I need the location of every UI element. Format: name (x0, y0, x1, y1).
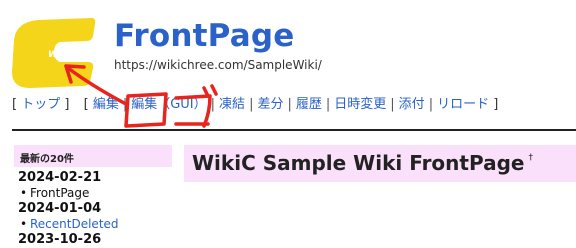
logo-graphic: Wiki (12, 18, 96, 88)
nav-separator: | (249, 97, 254, 112)
nav-separator: | (390, 97, 395, 112)
nav-freeze-link[interactable]: 凍結 (219, 97, 245, 112)
recent-date: 2024-02-21 (18, 170, 102, 185)
header-divider (12, 129, 576, 131)
bullet: • (20, 217, 28, 231)
nav-separator: | (428, 97, 434, 112)
page-heading: WikiC Sample Wiki FrontPage † (184, 145, 576, 182)
bullet: • (20, 186, 28, 200)
logo-text: Wiki (48, 50, 71, 60)
recent-item: • RecentDeleted (18, 217, 178, 232)
nav-bracket: [ (12, 97, 22, 112)
recent-changes-list: 2024-02-21 • FrontPage 2024-01-04 • Recent… (18, 170, 178, 248)
nav-diff-link[interactable]: 差分 (257, 97, 283, 112)
nav-separator: | (325, 97, 331, 112)
recent-date: 2023-10-26 (18, 232, 102, 247)
heading-anchor-link[interactable]: † (528, 153, 533, 163)
recent-item-link[interactable]: RecentDeleted (30, 217, 119, 231)
recent-changes-title: 最新の20件 (14, 145, 172, 167)
page-heading-text: WikiC Sample Wiki FrontPage (192, 151, 525, 175)
nav-separator: | (122, 97, 128, 112)
nav-bracket: ] (60, 97, 70, 112)
recent-date: 2024-01-04 (18, 201, 102, 216)
nav-top-link[interactable]: トップ (21, 97, 60, 112)
recent-item-link[interactable]: FrontPage (30, 186, 89, 200)
nav-reload-link[interactable]: リロード (437, 97, 489, 112)
nav-history-link[interactable]: 履歴 (296, 97, 322, 112)
site-title[interactable]: FrontPage (114, 18, 295, 54)
page-nav: [ トップ ] [ 編集 | 編集（GUI） | 凍結 | 差分 | 履歴 | 日時変更 | 添付 | リロ… (12, 93, 576, 112)
annotation-text: ロゴ (0, 0, 2, 1)
nav-edit-link[interactable]: 編集 (93, 97, 119, 112)
nav-date-change-link[interactable]: 日時変更 (334, 97, 386, 112)
site-url: https://wikichree.com/SampleWiki/ (114, 58, 322, 72)
nav-bracket: ] (489, 97, 499, 112)
nav-separator: | (210, 97, 216, 112)
nav-attach-link[interactable]: 添付 (399, 97, 425, 112)
nav-separator: | (287, 97, 292, 112)
nav-edit-gui-link[interactable]: 編集（GUI） (131, 97, 206, 112)
recent-item: • FrontPage (18, 186, 178, 201)
nav-bracket: [ (83, 97, 93, 112)
site-logo[interactable]: Wiki (8, 14, 100, 90)
